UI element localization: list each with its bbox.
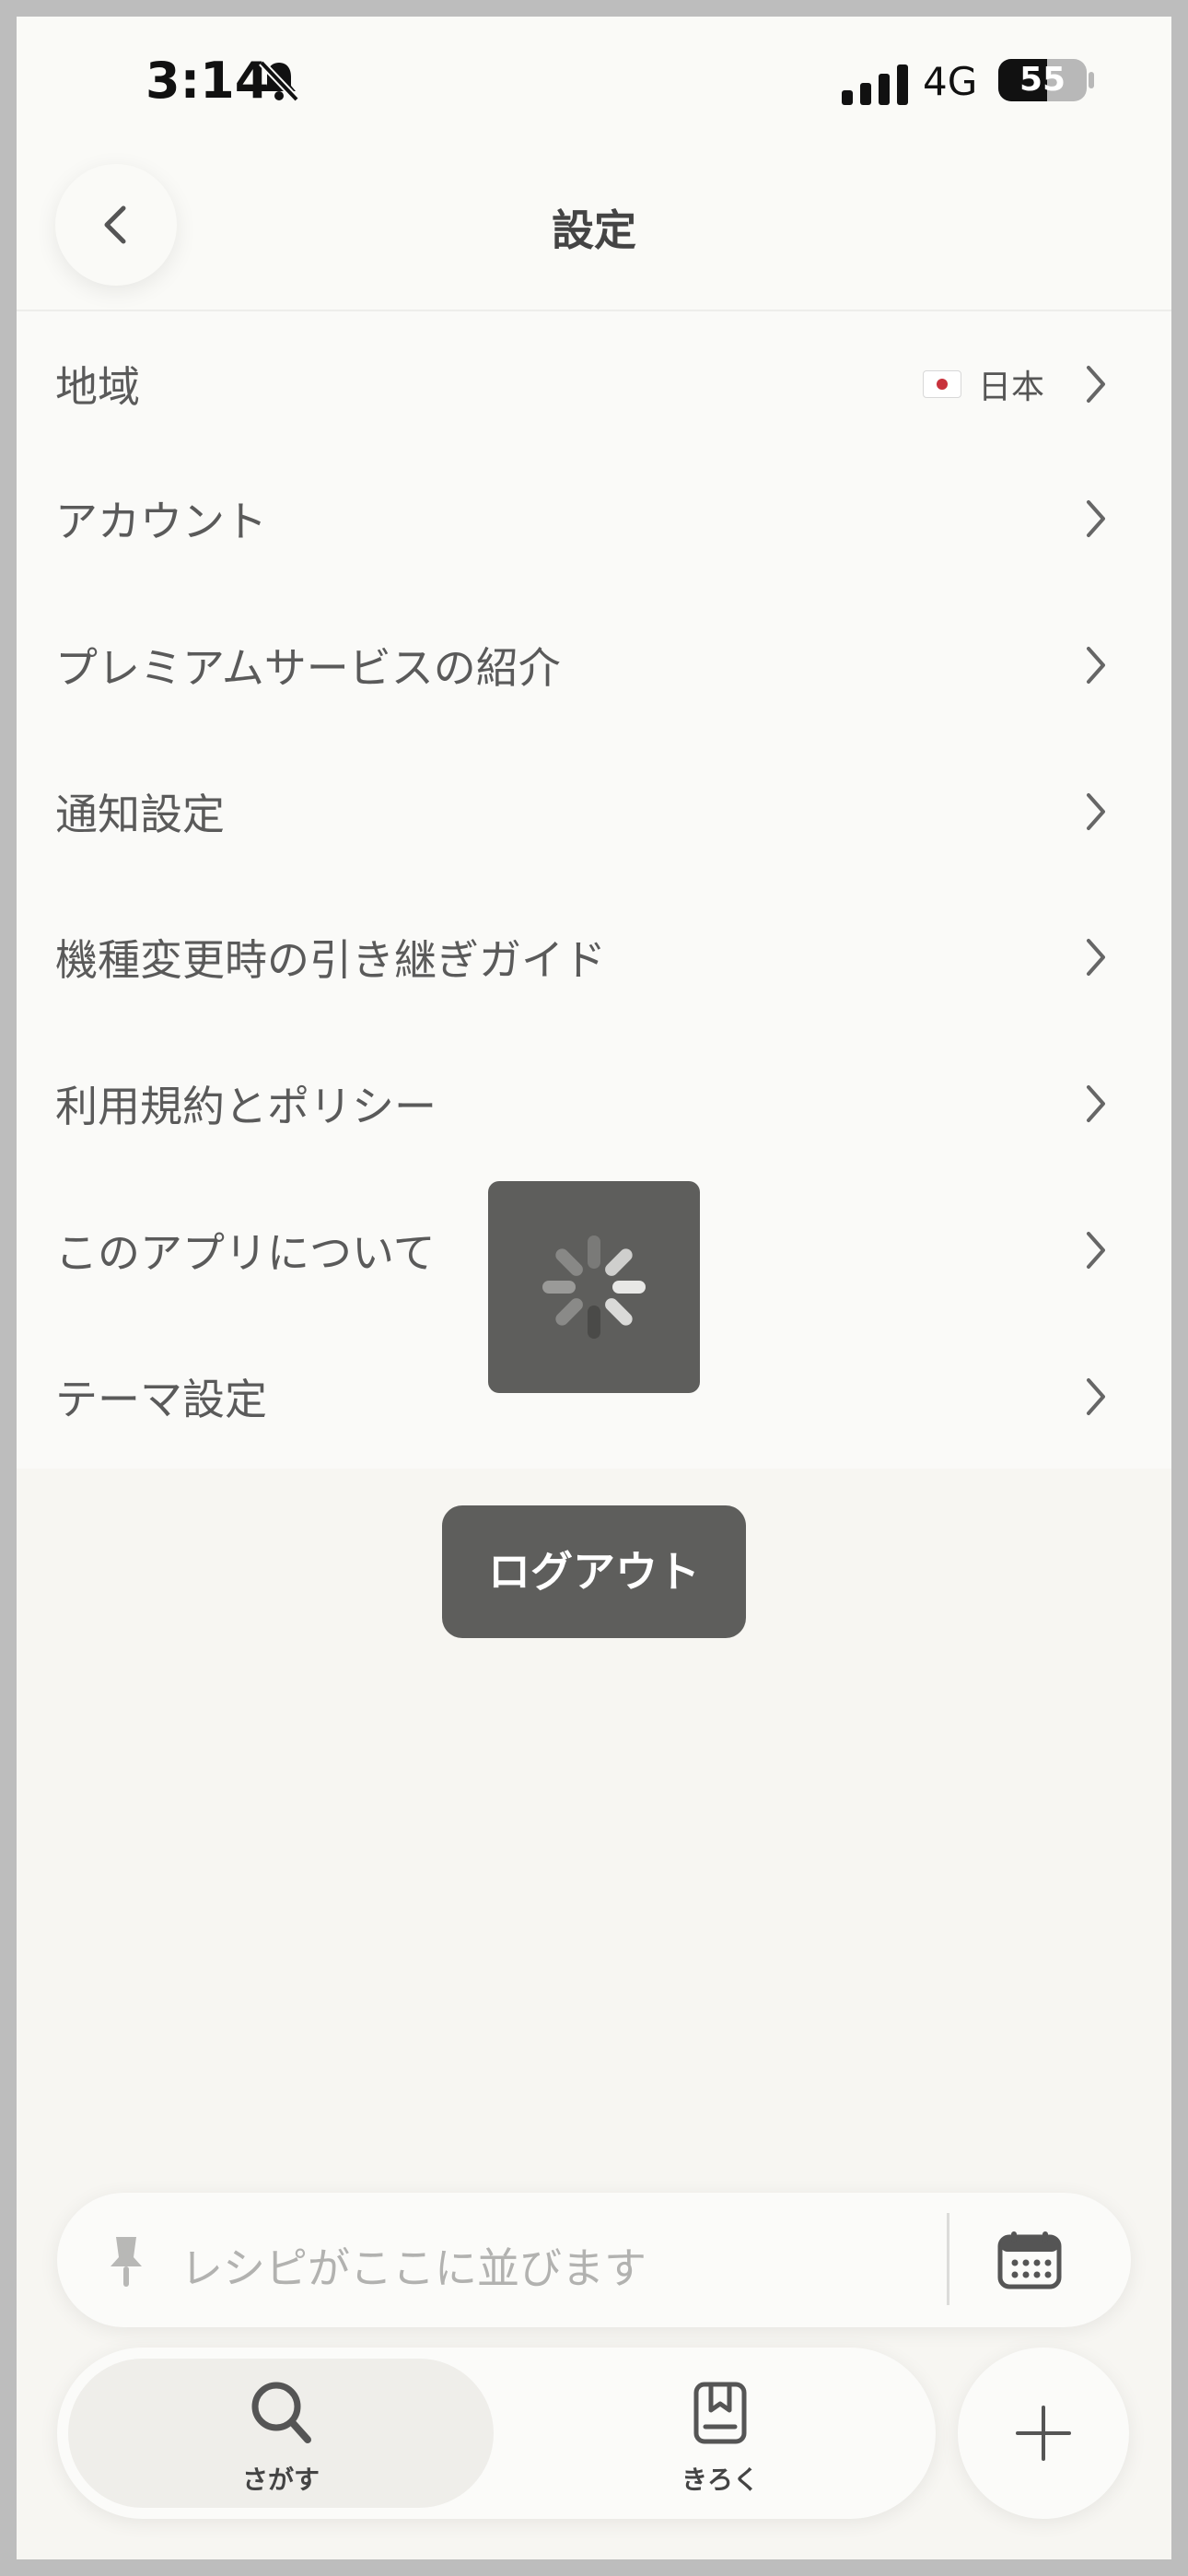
chevron-right-icon — [1087, 500, 1105, 537]
row-label: 地域 — [55, 362, 140, 412]
calendar-icon[interactable] — [996, 2230, 1063, 2290]
battery-icon: 55 — [998, 59, 1087, 101]
battery-tip — [1089, 72, 1094, 88]
settings-row-notifications[interactable]: 通知設定 — [17, 739, 1171, 884]
row-label: 機種変更時の引き継ぎガイド — [55, 935, 606, 985]
settings-row-region[interactable]: 地域 日本 — [17, 311, 1171, 457]
settings-row-account[interactable]: アカウント — [17, 446, 1171, 591]
row-label: アカウント — [55, 497, 267, 546]
tab-record[interactable]: きろく — [518, 2359, 923, 2508]
battery-percent: 55 — [1019, 61, 1066, 99]
network-label: 4G — [923, 59, 978, 104]
row-label: 通知設定 — [55, 790, 225, 839]
book-icon — [693, 2382, 747, 2444]
signal-icon — [842, 64, 908, 105]
row-label: このアプリについて — [55, 1228, 436, 1278]
loading-spinner — [488, 1181, 700, 1393]
recipe-placeholder: レシピがここに並びます — [181, 2243, 646, 2293]
tab-search-label: さがす — [241, 2465, 320, 2495]
spinner-icon — [542, 1235, 646, 1339]
page-title: 設定 — [552, 205, 636, 255]
chevron-right-icon — [1087, 1232, 1105, 1269]
row-value: 日本 — [977, 369, 1044, 406]
settings-row-terms[interactable]: 利用規約とポリシー — [17, 1031, 1171, 1177]
settings-row-premium[interactable]: プレミアムサービスの紹介 — [17, 592, 1171, 738]
tab-bar: さがす きろく — [57, 2348, 936, 2519]
row-label: テーマ設定 — [55, 1375, 267, 1424]
chevron-right-icon — [1087, 647, 1105, 684]
search-icon — [251, 2382, 311, 2443]
status-bar: 3:14 4G 55 — [17, 17, 1171, 146]
add-button[interactable] — [958, 2348, 1129, 2519]
status-time: 3:14 — [146, 52, 270, 110]
japan-flag-icon — [923, 370, 961, 398]
chevron-right-icon — [1087, 1085, 1105, 1122]
settings-screen: 3:14 4G 55 設定 地域 日本 アカウント プレミアムサービスの紹介 通… — [17, 17, 1171, 2559]
chevron-right-icon — [1087, 366, 1105, 403]
pin-icon — [111, 2237, 142, 2287]
silent-bell-icon — [259, 60, 299, 102]
recipe-divider — [947, 2213, 949, 2305]
row-label: プレミアムサービスの紹介 — [55, 643, 561, 693]
tab-record-label: きろく — [681, 2465, 759, 2495]
logout-button[interactable]: ログアウト — [442, 1505, 746, 1638]
recipe-bar[interactable]: レシピがここに並びます — [57, 2193, 1131, 2327]
chevron-right-icon — [1087, 1378, 1105, 1415]
chevron-right-icon — [1087, 939, 1105, 976]
tab-search[interactable]: さがす — [68, 2359, 494, 2508]
settings-row-migration-guide[interactable]: 機種変更時の引き継ぎガイド — [17, 884, 1171, 1030]
plus-icon — [1016, 2406, 1071, 2461]
row-label: 利用規約とポリシー — [55, 1082, 437, 1131]
chevron-right-icon — [1087, 793, 1105, 830]
